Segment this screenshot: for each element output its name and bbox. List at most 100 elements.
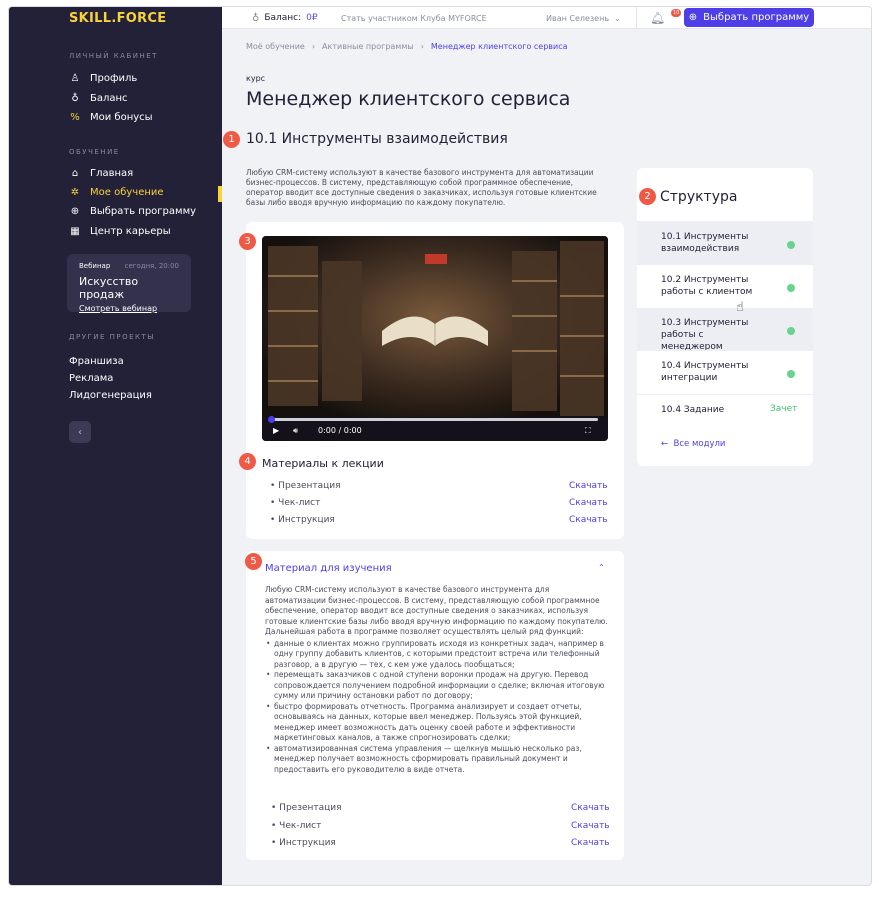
home-icon: ⌂ — [71, 168, 79, 179]
page-title: Менеджер клиентского сервиса — [246, 88, 571, 110]
webinar-tag: Вебинар — [79, 262, 111, 270]
chevron-right-icon: › — [311, 42, 316, 51]
marker-3: 3 — [239, 233, 256, 250]
marker-5: 5 — [245, 553, 262, 570]
volume-icon[interactable]: 🔊︎ — [293, 426, 298, 436]
marker-4: 4 — [239, 453, 256, 470]
chevron-up-icon[interactable]: ⌃ — [598, 563, 605, 572]
study-content: Любую CRM-систему используют в качестве … — [265, 585, 611, 775]
video-thumbnail — [262, 236, 608, 441]
breadcrumb-item[interactable]: Активные программы — [322, 42, 414, 51]
course-kind: курс — [246, 74, 266, 83]
structure-item-label: 10.3 Инструменты работы с менеджером — [661, 318, 749, 352]
breadcrumb-current: Менеджер клиентского сервиса — [430, 42, 568, 51]
section-learning: ОБУЧЕНИЕ — [69, 148, 120, 156]
wallet-icon: ♁ — [252, 12, 260, 24]
list-item: быстро формировать отчетность. Программа… — [265, 702, 611, 744]
list-item: автоматизированная система управления — … — [265, 744, 611, 776]
material-item: • Инструкция — [271, 838, 336, 848]
lesson-title: 10.1 Инструменты взаимодействия — [246, 131, 508, 147]
structure-item-label: 10.2 Инструменты работы с клиентом — [661, 275, 753, 297]
status-badge: Зачет — [770, 404, 798, 414]
bell-icon[interactable]: 🔔︎ — [650, 7, 665, 29]
sidebar-item-leadgen[interactable]: Лидогенерация — [69, 390, 152, 401]
webinar-time: сегодня, 20:00 — [124, 262, 179, 270]
percent-icon: % — [70, 112, 80, 123]
sidebar: SKILL.FORCE ЛИЧНЫЙ КАБИНЕТ ♙ Профиль ♁ Бал… — [9, 7, 222, 885]
video-player[interactable]: ▶ 🔊︎ 0:00 / 0:00 ⛶ — [262, 236, 608, 441]
sidebar-item-bonuses[interactable]: % Мои бонусы — [69, 112, 152, 123]
download-link[interactable]: Скачать — [569, 498, 608, 508]
notification-badge: 10 — [671, 9, 681, 17]
topbar: ♁ Баланс: 0₽ Стать участником Клуба MYFO… — [222, 7, 871, 29]
webinar-title: Искусство продаж — [79, 275, 139, 301]
lesson-intro: Любую CRM-систему используют в качестве … — [246, 168, 597, 207]
progress-handle[interactable] — [268, 416, 275, 423]
sidebar-item-choose-program[interactable]: ⊕ Выбрать программу — [69, 206, 196, 217]
choose-program-button[interactable]: ⊕ Выбрать программу — [684, 8, 814, 27]
video-controls: ▶ 🔊︎ 0:00 / 0:00 ⛶ — [262, 416, 608, 441]
study-paragraph: Любую CRM-систему используют в качестве … — [265, 585, 608, 636]
marker-2: 2 — [639, 188, 656, 205]
video-time: 0:00 / 0:00 — [318, 426, 362, 435]
divider — [636, 7, 637, 29]
status-done-icon — [787, 284, 795, 292]
chevron-down-icon: ⌄ — [614, 13, 621, 23]
structure-item[interactable]: 10.2 Инструменты работы с клиентом — [637, 264, 813, 308]
breadcrumb-item[interactable]: Моё обучение — [246, 42, 305, 51]
material-item: • Чек-лист — [270, 498, 321, 508]
download-link[interactable]: Скачать — [569, 481, 608, 491]
list-item: перемещать заказчиков с одной ступени во… — [265, 670, 611, 702]
video-progress[interactable] — [268, 416, 598, 423]
structure-item-label: 10.4 Инструменты интеграции — [661, 361, 749, 383]
chevron-right-icon: › — [420, 42, 424, 51]
collapse-icon[interactable]: ‹ — [69, 421, 91, 443]
download-link[interactable]: Скачать — [571, 803, 610, 813]
material-item: • Чек-лист — [271, 821, 322, 831]
download-link[interactable]: Скачать — [571, 821, 610, 831]
structure-item[interactable]: 10.1 Инструменты взаимодействия — [637, 221, 813, 264]
sidebar-item-home[interactable]: ⌂ Главная — [69, 168, 133, 179]
breadcrumb: Моё обучение › Активные программы › Менеджер… — [246, 42, 568, 51]
structure-item-label: 10.1 Инструменты взаимодействия — [661, 232, 749, 254]
play-icon[interactable]: ▶ — [273, 426, 279, 435]
study-accordion-header[interactable]: Материал для изучения — [265, 563, 392, 574]
structure-item[interactable]: 10.4 Инструменты интеграции — [637, 350, 813, 394]
material-item: • Презентация — [271, 803, 342, 813]
balance[interactable]: ♁ Баланс: 0₽ — [252, 7, 318, 29]
download-link[interactable]: Скачать — [571, 838, 610, 848]
plus-circle-icon: ⊕ — [688, 12, 698, 23]
material-item: • Инструкция — [270, 515, 335, 525]
sidebar-item-career-center[interactable]: ▦ Центр карьеры — [69, 226, 170, 237]
grid-icon: ▦ — [70, 226, 80, 237]
hand-cursor-icon: ☝︎ — [736, 300, 744, 315]
structure-item[interactable]: 10.3 Инструменты работы с менеджером — [637, 308, 813, 352]
all-modules-link[interactable]: ← Все модули — [661, 439, 725, 449]
status-done-icon — [787, 327, 795, 335]
status-done-icon — [787, 370, 795, 378]
app-window: SKILL.FORCE ЛИЧНЫЙ КАБИНЕТ ♙ Профиль ♁ Бал… — [8, 6, 872, 886]
balance-value: 0₽ — [306, 13, 318, 23]
user-menu[interactable]: Иван Селезень ⌄ — [546, 7, 621, 29]
sidebar-item-profile[interactable]: ♙ Профиль — [69, 73, 138, 84]
study-bullets: данные о клиентах можно группировать исх… — [265, 639, 611, 776]
gear-icon: ✲ — [70, 187, 80, 198]
club-link[interactable]: Стать участником Клуба MYFORCE — [341, 7, 487, 29]
sidebar-item-franchise[interactable]: Франшиза — [69, 356, 124, 367]
structure-item[interactable]: 10.4 Задание Зачет — [637, 394, 813, 426]
webinar-link[interactable]: Смотреть вебинар — [79, 304, 179, 313]
section-personal: ЛИЧНЫЙ КАБИНЕТ — [69, 52, 158, 60]
sidebar-item-ads[interactable]: Реклама — [69, 373, 113, 384]
download-link[interactable]: Скачать — [569, 515, 608, 525]
structure-item-label: 10.4 Задание — [661, 405, 725, 415]
material-item: • Презентация — [270, 481, 341, 491]
fullscreen-icon[interactable]: ⛶ — [585, 426, 591, 436]
active-indicator — [218, 186, 222, 202]
status-done-icon — [787, 241, 795, 249]
sidebar-item-balance[interactable]: ♁ Баланс — [69, 93, 127, 104]
list-item: данные о клиентах можно группировать исх… — [265, 639, 611, 671]
webinar-card: Вебинар сегодня, 20:00 Искусство продаж С… — [67, 254, 191, 313]
sidebar-item-my-learning[interactable]: ✲ Мое обучение — [69, 187, 164, 198]
logo[interactable]: SKILL.FORCE — [69, 11, 166, 26]
structure-title: Структура — [660, 189, 738, 205]
